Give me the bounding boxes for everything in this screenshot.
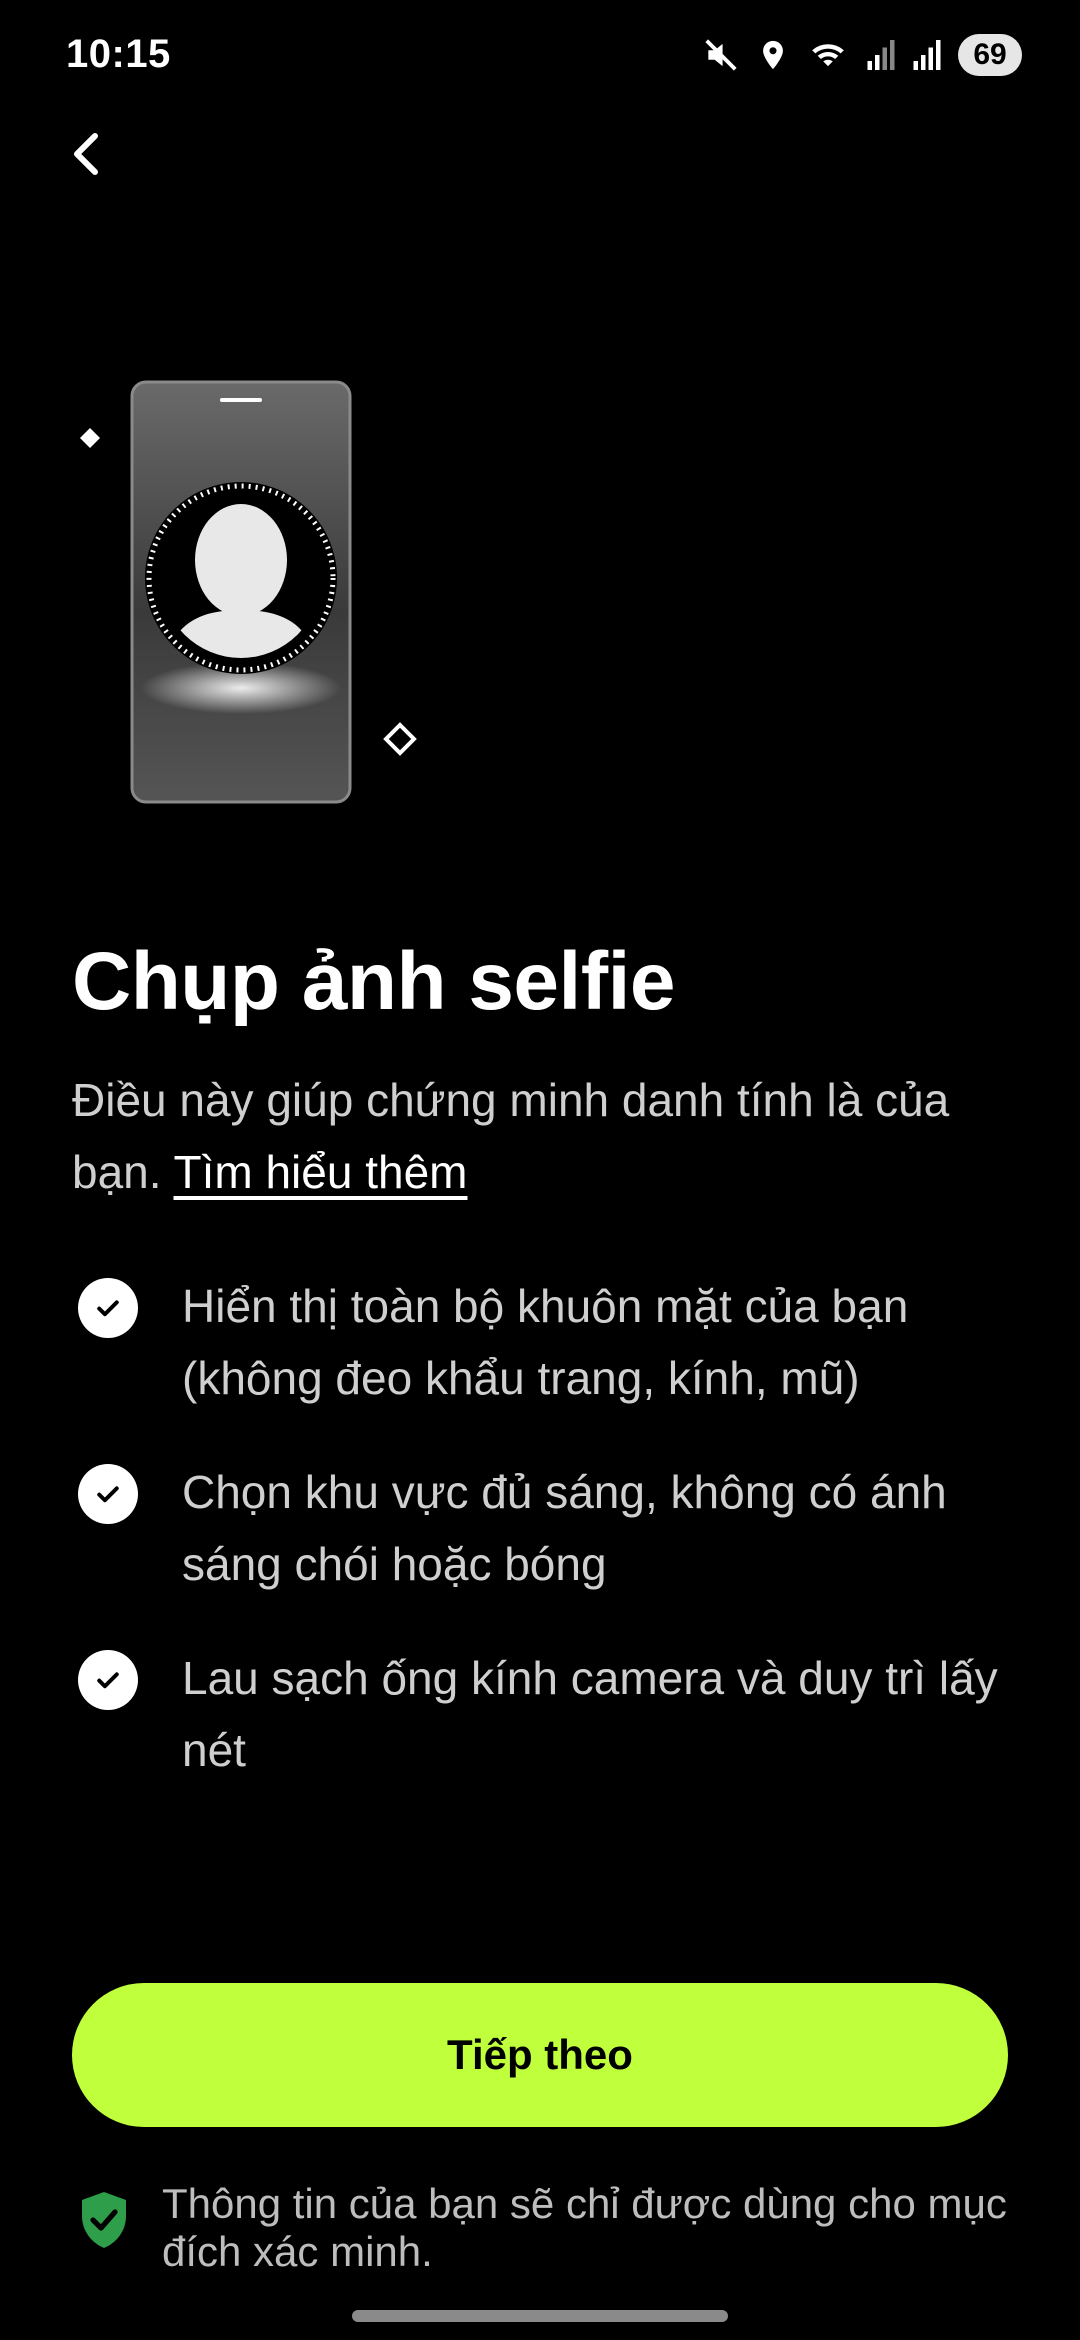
chevron-left-icon [68, 130, 104, 183]
checklist-item-text: Hiển thị toàn bộ khuôn mặt của bạn (khôn… [182, 1280, 909, 1404]
battery-indicator: 69 [958, 34, 1022, 76]
status-time: 10:15 [66, 32, 171, 76]
check-icon [78, 1278, 138, 1338]
status-icons: 69 [702, 30, 1022, 80]
page-subtitle: Điều này giúp chứng minh danh tính là củ… [72, 1064, 972, 1208]
check-icon [78, 1464, 138, 1524]
phone-selfie-icon [80, 380, 417, 804]
shield-check-icon [78, 2190, 138, 2255]
next-button[interactable]: Tiếp theo [72, 1983, 1008, 2127]
signal-icon [912, 37, 942, 73]
privacy-note-text: Thông tin của bạn sẽ chỉ được dùng cho m… [162, 2180, 1007, 2275]
checklist-item: Lau sạch ống kính camera và duy trì lấy … [72, 1642, 1022, 1786]
checklist-item: Chọn khu vực đủ sáng, không có ánh sáng … [72, 1456, 1022, 1600]
status-bar: 10:15 69 [0, 0, 1080, 110]
wifi-icon [806, 36, 850, 74]
selfie-illustration [70, 370, 430, 820]
requirements-checklist: Hiển thị toàn bộ khuôn mặt của bạn (khôn… [72, 1270, 1022, 1828]
home-indicator[interactable] [352, 2310, 728, 2322]
back-button[interactable] [56, 126, 116, 186]
checklist-item: Hiển thị toàn bộ khuôn mặt của bạn (khôn… [72, 1270, 1022, 1414]
screen: 10:15 69 Chụp ảnh selfie Điều này giúp c… [0, 0, 1080, 2340]
checklist-item-text: Lau sạch ống kính camera và duy trì lấy … [182, 1652, 998, 1776]
signal-icon [866, 37, 896, 73]
learn-more-link[interactable]: Tìm hiểu thêm [173, 1146, 467, 1198]
location-icon [756, 36, 790, 74]
checklist-item-text: Chọn khu vực đủ sáng, không có ánh sáng … [182, 1466, 947, 1590]
page-title: Chụp ảnh selfie [72, 936, 676, 1027]
privacy-note: Thông tin của bạn sẽ chỉ được dùng cho m… [78, 2180, 1008, 2276]
mute-icon [702, 36, 740, 74]
check-icon [78, 1650, 138, 1710]
